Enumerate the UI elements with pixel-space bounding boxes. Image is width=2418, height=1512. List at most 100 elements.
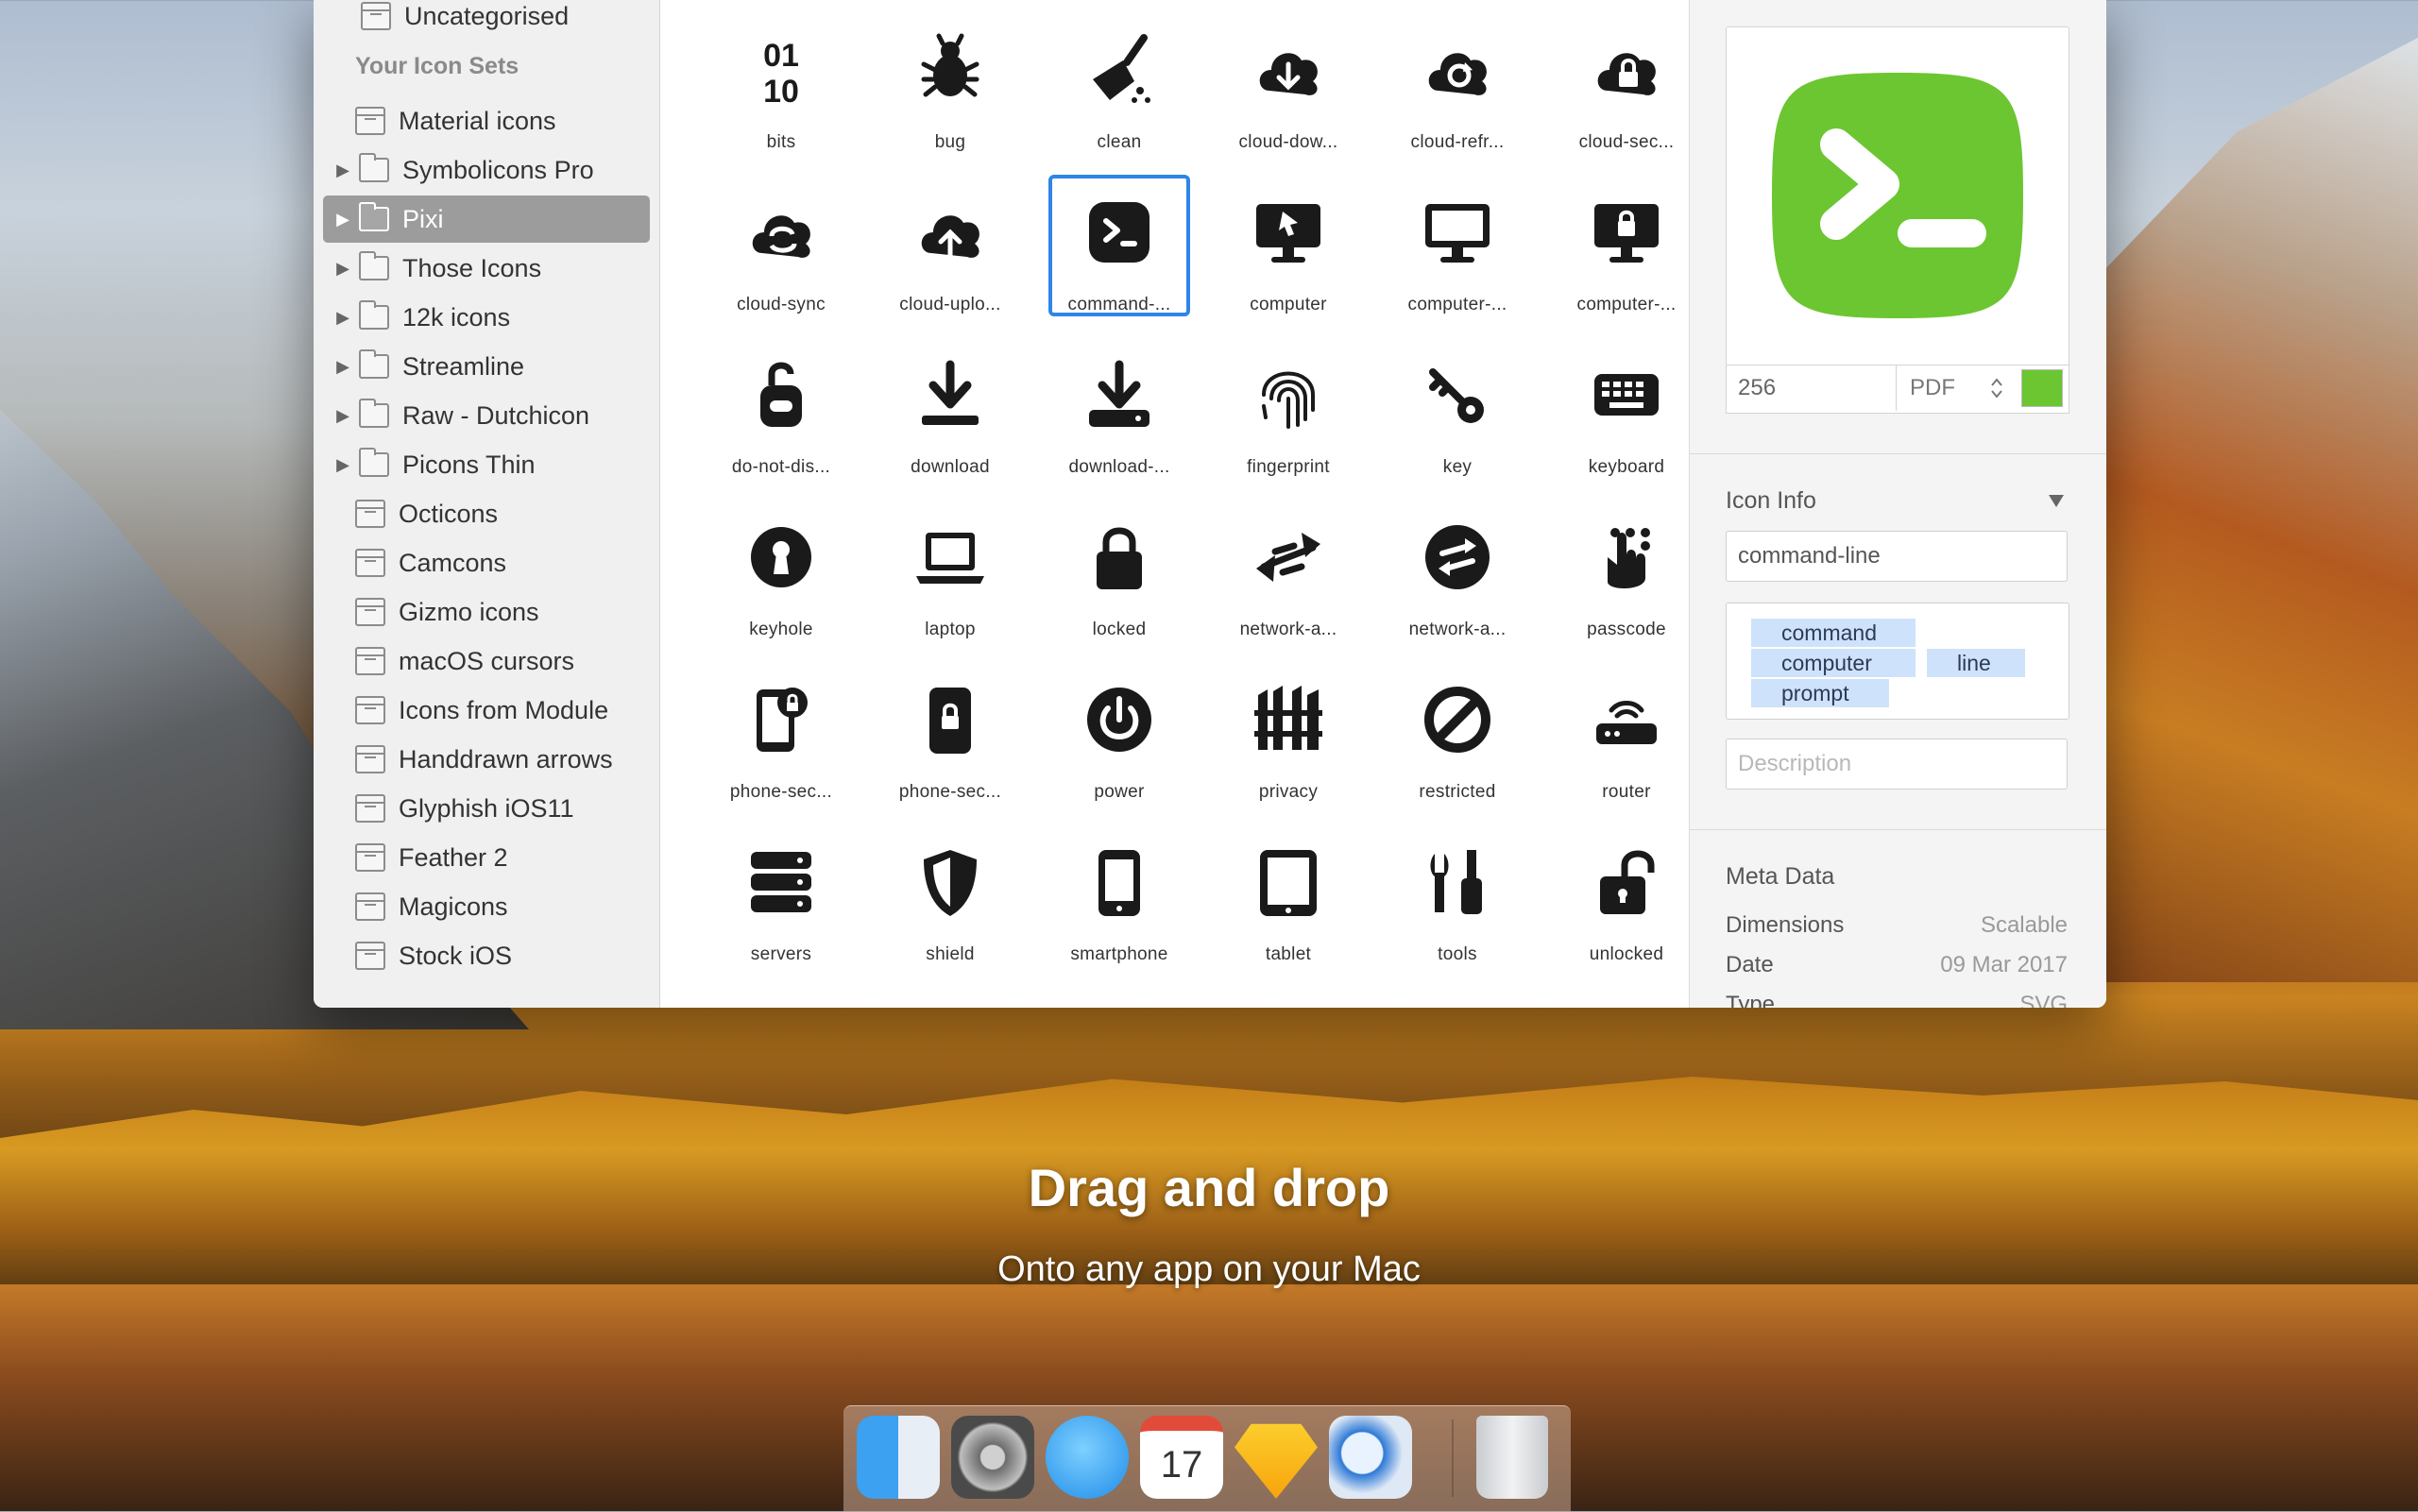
icon-cell[interactable]: phone-sec... [879, 665, 1021, 827]
icon-cell[interactable]: passcode [1556, 502, 1697, 665]
disclosure-triangle-icon[interactable]: ▶ [331, 259, 355, 279]
meta-data-header: Meta Data [1726, 863, 1835, 890]
icon-cell[interactable]: computer-... [1387, 178, 1528, 340]
sidebar-item-label: Octicons [399, 499, 499, 528]
icon-set-icon [355, 843, 385, 872]
tag[interactable]: line [1927, 649, 2025, 677]
sidebar-item[interactable]: ▶ Raw - Dutchicon [323, 392, 650, 439]
icon-cell[interactable]: restricted [1387, 665, 1528, 827]
color-swatch[interactable] [2021, 369, 2063, 407]
icon-label: laptop [925, 620, 976, 639]
icon-cell[interactable]: privacy [1218, 665, 1359, 827]
iconjar-icon[interactable] [1329, 1416, 1412, 1499]
do-not-disturb-icon [743, 357, 819, 433]
icon-cell[interactable]: shield [879, 827, 1021, 990]
icon-cell[interactable]: cloud-sec... [1556, 15, 1697, 178]
system-preferences-icon[interactable] [951, 1416, 1034, 1499]
disclosure-triangle-icon[interactable]: ▶ [331, 210, 355, 229]
sidebar-item[interactable]: ▶ Picons Thin [323, 441, 650, 488]
icon-label: servers [750, 944, 812, 964]
icon-cell[interactable]: cloud-sync [710, 178, 852, 340]
disclosure-triangle-icon[interactable]: ▶ [331, 357, 355, 377]
icon-cell[interactable]: bug [879, 15, 1021, 178]
icon-label: cloud-uplo... [899, 295, 1001, 314]
disclosure-triangle-icon[interactable] [2047, 493, 2066, 508]
sidebar-item[interactable]: Camcons [323, 539, 650, 586]
keyboard-icon [1589, 357, 1664, 433]
icon-cell[interactable]: network-a... [1387, 502, 1528, 665]
tag[interactable]: computer [1751, 649, 1916, 677]
disclosure-triangle-icon[interactable]: ▶ [331, 308, 355, 328]
icon-cell[interactable]: unlocked [1556, 827, 1697, 990]
icon-cell[interactable]: laptop [879, 502, 1021, 665]
format-select[interactable]: PDF [1897, 365, 2014, 411]
icon-cell[interactable]: download [879, 340, 1021, 502]
divider [1690, 829, 2106, 830]
icon-cell[interactable]: smartphone [1048, 827, 1190, 990]
icon-cell[interactable]: power [1048, 665, 1190, 827]
messages-icon[interactable] [1046, 1416, 1129, 1499]
sidebar-item[interactable]: ▶ 12k icons [323, 294, 650, 341]
sidebar-item[interactable]: ▶ Streamline [323, 343, 650, 390]
icon-cell[interactable]: computer [1218, 178, 1359, 340]
icon-cell[interactable]: computer-... [1556, 178, 1697, 340]
passcode-icon [1589, 519, 1664, 595]
cloud-download-icon [1251, 32, 1326, 108]
icon-label: passcode [1587, 620, 1666, 639]
sidebar-item[interactable]: Feather 2 [323, 834, 650, 881]
smartphone-icon [1081, 844, 1157, 920]
icon-cell[interactable]: 01 10 bits [710, 15, 852, 178]
icon-cell[interactable]: key [1387, 340, 1528, 502]
trash-icon[interactable] [1476, 1416, 1548, 1499]
sidebar-item[interactable]: Icons from Module [323, 687, 650, 734]
sidebar-item[interactable]: ▶ Symbolicons Pro [323, 146, 650, 194]
icon-cell[interactable]: keyboard [1556, 340, 1697, 502]
sidebar-item[interactable]: Stock iOS [323, 932, 650, 979]
sidebar-item-label: Stock iOS [399, 941, 513, 970]
icon-cell[interactable]: servers [710, 827, 852, 990]
icon-cell[interactable]: tools [1387, 827, 1528, 990]
sidebar-item[interactable]: Glyphish iOS11 [323, 785, 650, 832]
export-controls: PDF [1726, 365, 2069, 414]
sidebar-item-label: Those Icons [402, 253, 542, 282]
icon-cell[interactable]: keyhole [710, 502, 852, 665]
finder-icon[interactable] [857, 1416, 940, 1499]
icon-cell[interactable]: cloud-dow... [1218, 15, 1359, 178]
sidebar-item[interactable]: Handdrawn arrows [323, 736, 650, 783]
icon-cell[interactable]: do-not-dis... [710, 340, 852, 502]
disclosure-triangle-icon[interactable]: ▶ [331, 161, 355, 180]
tablet-icon [1251, 844, 1326, 920]
description-field[interactable] [1726, 739, 2068, 790]
icon-cell[interactable]: router [1556, 665, 1697, 827]
sidebar-item[interactable]: macOS cursors [323, 637, 650, 685]
sidebar-item[interactable]: Octicons [323, 490, 650, 537]
icon-name-field[interactable] [1726, 531, 2068, 582]
icon-cell[interactable]: fingerprint [1218, 340, 1359, 502]
sidebar-item[interactable]: ▶ Those Icons [323, 245, 650, 292]
tag[interactable]: command [1751, 619, 1916, 647]
icon-cell[interactable]: tablet [1218, 827, 1359, 990]
sidebar-item[interactable]: ▶ Pixi [323, 195, 650, 243]
calendar-icon[interactable]: 17 [1140, 1416, 1223, 1499]
sidebar-item[interactable]: Gizmo icons [323, 588, 650, 636]
size-input[interactable] [1727, 365, 1897, 411]
tag[interactable]: prompt [1751, 679, 1889, 707]
icon-cell[interactable]: download-... [1048, 340, 1190, 502]
icon-cell[interactable]: locked [1048, 502, 1190, 665]
folder-icon [359, 153, 389, 182]
power-icon [1081, 682, 1157, 757]
disclosure-triangle-icon[interactable]: ▶ [331, 455, 355, 475]
icon-info-header: Icon Info [1726, 487, 1816, 514]
icon-cell[interactable]: network-a... [1218, 502, 1359, 665]
sidebar-item[interactable]: Material icons [323, 97, 650, 144]
icon-cell[interactable]: cloud-refr... [1387, 15, 1528, 178]
icon-cell[interactable]: command-... [1048, 175, 1190, 340]
disclosure-triangle-icon[interactable]: ▶ [331, 406, 355, 426]
sidebar-item[interactable]: Magicons [323, 883, 650, 930]
sidebar-item-uncategorised[interactable]: Uncategorised [323, 0, 650, 40]
icon-cell[interactable]: cloud-uplo... [879, 178, 1021, 340]
icon-cell[interactable]: phone-sec... [710, 665, 852, 827]
sketch-icon[interactable] [1235, 1423, 1318, 1499]
icon-cell[interactable]: clean [1048, 15, 1190, 178]
tags-field[interactable]: command computer line prompt [1726, 603, 2069, 720]
